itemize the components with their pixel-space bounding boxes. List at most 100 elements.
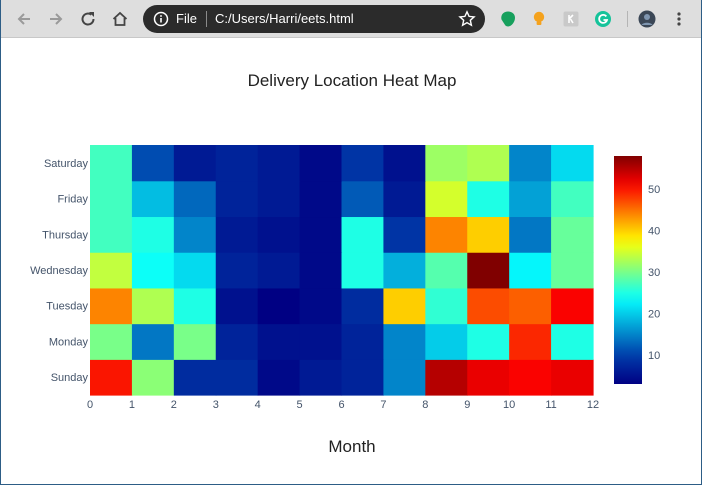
heatmap-plot[interactable]: Sunday Monday Tuesday Wednesday Thursday Frid… <box>1 0 702 485</box>
heatmap-cell <box>509 323 552 360</box>
heatmap-cell <box>383 287 426 325</box>
heatmap-cell <box>425 323 468 360</box>
heatmap-cell <box>257 145 301 182</box>
heatmap-cell <box>467 216 510 253</box>
heatmap-cell <box>299 359 343 396</box>
x-tick-label: 1 <box>129 399 135 411</box>
colorbar-tick-label: 30 <box>648 267 660 279</box>
y-tick-label: Thursday <box>42 229 88 241</box>
heatmap-cell <box>131 359 175 396</box>
heatmap-cell <box>173 359 217 396</box>
x-tick-label: 10 <box>503 399 515 411</box>
heatmap-cell <box>299 323 343 360</box>
heatmap-cell <box>90 252 133 289</box>
heatmap-cell <box>341 287 385 325</box>
heatmap-cell <box>551 359 594 396</box>
heatmap-cell <box>131 216 175 253</box>
heatmap-cell <box>509 145 552 182</box>
heatmap-cell <box>551 252 594 289</box>
heatmap-cell <box>425 359 468 396</box>
x-tick-label: 5 <box>297 399 303 411</box>
y-tick-label: Saturday <box>44 158 89 170</box>
heatmap-cell <box>173 145 217 182</box>
heatmap-cell <box>467 145 510 182</box>
heatmap-cell <box>257 216 301 253</box>
heatmap-cell <box>131 145 175 182</box>
heatmap-cell <box>173 216 217 253</box>
colorbar <box>614 156 642 384</box>
heatmap-cell <box>215 359 259 396</box>
heatmap-cell <box>131 287 175 325</box>
colorbar-tick-label: 50 <box>648 184 660 196</box>
x-tick-label: 12 <box>587 399 599 411</box>
heatmap-cell <box>299 252 343 289</box>
heatmap-cell <box>215 252 259 289</box>
x-tick-label: 2 <box>171 399 177 411</box>
heatmap-cell <box>551 145 594 182</box>
heatmap-cell <box>90 359 133 396</box>
heatmap-cell <box>131 323 175 360</box>
heatmap-cell <box>383 180 426 218</box>
heatmap-cell <box>467 287 510 325</box>
y-tick-label: Wednesday <box>30 265 88 277</box>
heatmap-cell <box>509 216 552 253</box>
x-tick-label: 6 <box>338 399 344 411</box>
heatmap-cell <box>341 323 385 360</box>
colorbar-tick-label: 40 <box>648 226 660 238</box>
x-tick-label: 3 <box>213 399 219 411</box>
heatmap-cell <box>383 359 426 396</box>
heatmap-cell <box>467 252 510 289</box>
heatmap-cell <box>383 252 426 289</box>
heatmap-cell <box>551 180 594 218</box>
heatmap-cell <box>425 252 468 289</box>
x-tick-label: 9 <box>464 399 470 411</box>
heatmap-cell <box>257 323 301 360</box>
heatmap-cell <box>509 359 552 396</box>
heatmap-cell <box>467 359 510 396</box>
heatmap-cell <box>425 287 468 325</box>
heatmap-cell <box>90 180 133 218</box>
heatmap-cell <box>90 287 133 325</box>
y-tick-label: Tuesday <box>46 301 88 313</box>
x-tick-label: 0 <box>87 399 93 411</box>
x-tick-label: 8 <box>422 399 428 411</box>
heatmap-cell <box>215 323 259 360</box>
heatmap-cell <box>341 359 385 396</box>
heatmap-cell <box>509 287 552 325</box>
heatmap-cell <box>425 180 468 218</box>
heatmap-cell <box>551 216 594 253</box>
colorbar-tick-label: 20 <box>648 309 660 321</box>
heatmap-cell <box>90 145 133 182</box>
x-tick-label: 7 <box>380 399 386 411</box>
heatmap-cell <box>90 216 133 253</box>
heatmap-cell <box>383 145 426 182</box>
heatmap-cell <box>257 180 301 218</box>
heatmap-cell <box>383 216 426 253</box>
heatmap-cell <box>383 323 426 360</box>
heatmap-cell <box>467 180 510 218</box>
heatmap-cell <box>341 216 385 253</box>
heatmap-cell <box>173 180 217 218</box>
colorbar-tick-label: 10 <box>648 350 660 362</box>
heatmap-cell <box>257 252 301 289</box>
y-tick-label: Friday <box>57 194 88 206</box>
heatmap-cell <box>341 180 385 218</box>
heatmap-cell <box>299 180 343 218</box>
x-axis-title: Month <box>328 437 376 456</box>
heatmap-cell <box>341 252 385 289</box>
heatmap-cell <box>173 287 217 325</box>
heatmap-cell <box>467 323 510 360</box>
heatmap-cell <box>299 145 343 182</box>
browser-window: File C:/Users/Harri/eets.html Delivery L… <box>0 0 702 485</box>
heatmap-cell <box>299 216 343 253</box>
heatmap-cell <box>173 323 217 360</box>
heatmap-cell <box>257 287 301 325</box>
heatmap-cell <box>341 145 385 182</box>
heatmap-cell <box>509 252 552 289</box>
heatmap-cell <box>425 145 468 182</box>
heatmap-cell <box>509 180 552 218</box>
heatmap-cell <box>131 180 175 218</box>
x-tick-label: 4 <box>255 399 261 411</box>
heatmap-cell <box>257 359 301 396</box>
heatmap-cell <box>551 323 594 360</box>
